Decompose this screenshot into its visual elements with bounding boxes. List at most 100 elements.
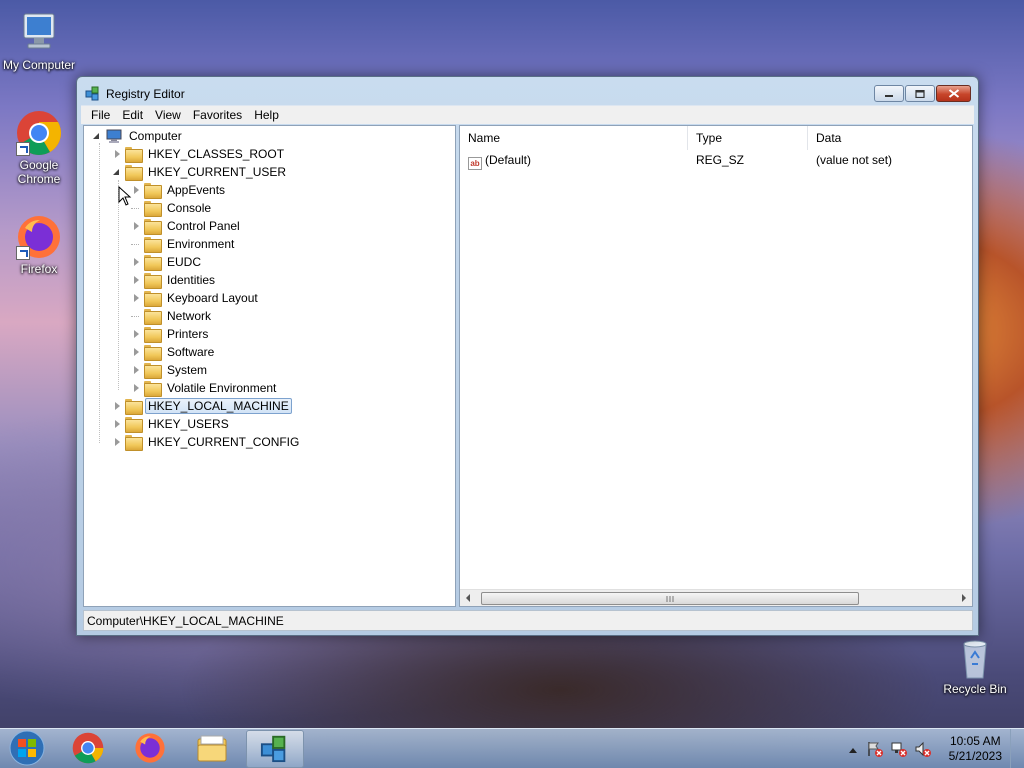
folder-icon xyxy=(125,147,143,163)
desktop-icon-recycle-bin[interactable]: Recycle Bin xyxy=(936,634,1014,696)
taskbar-chrome-button[interactable] xyxy=(60,730,116,768)
firefox-icon xyxy=(134,732,166,767)
menu-view[interactable]: View xyxy=(149,108,187,122)
tree-node-label: Computer xyxy=(129,129,182,143)
folder-icon xyxy=(125,435,143,451)
tree-node-hkey-local-machine[interactable]: HKEY_LOCAL_MACHINE xyxy=(112,397,292,415)
expand-toggle[interactable] xyxy=(131,293,141,303)
shortcut-arrow-icon xyxy=(16,246,30,260)
tree-node-system[interactable]: System xyxy=(131,361,210,379)
network-status-icon[interactable] xyxy=(890,740,908,761)
column-header-name[interactable]: Name xyxy=(460,126,688,150)
tree-node-console[interactable]: Console xyxy=(131,199,214,217)
taskbar-explorer-button[interactable] xyxy=(184,730,240,768)
action-center-flag-icon[interactable] xyxy=(866,740,884,761)
value-type-cell: REG_SZ xyxy=(696,153,745,167)
close-button[interactable] xyxy=(936,85,971,102)
expand-toggle[interactable] xyxy=(131,347,141,357)
chrome-icon xyxy=(16,110,62,156)
collapse-toggle[interactable] xyxy=(112,167,122,177)
menu-favorites[interactable]: Favorites xyxy=(187,108,248,122)
computer-icon xyxy=(105,129,123,143)
tree-node-hkey-current-config[interactable]: HKEY_CURRENT_CONFIG xyxy=(112,433,302,451)
tree-node-environment[interactable]: Environment xyxy=(131,235,237,253)
folder-icon xyxy=(125,399,143,415)
tree-node-volatile-environment[interactable]: Volatile Environment xyxy=(131,379,279,397)
tree-node-label: Network xyxy=(167,309,212,323)
desktop-icon-firefox[interactable]: Firefox xyxy=(0,214,78,276)
column-header-data[interactable]: Data xyxy=(808,126,972,150)
minimize-icon xyxy=(884,87,894,101)
scroll-left-button[interactable] xyxy=(460,590,477,606)
taskbar-clock[interactable]: 10:05 AM 5/21/2023 xyxy=(949,734,1002,764)
registry-editor-app-icon xyxy=(85,85,101,101)
tree-node-hkey-classes-root[interactable]: HKEY_CLASSES_ROOT xyxy=(112,145,287,163)
taskbar-firefox-button[interactable] xyxy=(122,730,178,768)
maximize-icon xyxy=(915,87,925,101)
tree-node-label: Identities xyxy=(167,273,216,287)
show-desktop-button[interactable] xyxy=(1010,729,1024,768)
tree-node-software[interactable]: Software xyxy=(131,343,217,361)
desktop-icon-google-chrome[interactable]: Google Chrome xyxy=(0,110,78,186)
value-data-cell: (value not set) xyxy=(816,153,893,167)
show-hidden-icons-icon[interactable] xyxy=(848,743,858,757)
tree-node-label: AppEvents xyxy=(167,183,226,197)
expand-toggle[interactable] xyxy=(112,437,122,447)
key-tree-pane[interactable]: Computer HKEY_CLASSES_ROOT HKEY_CURRENT_… xyxy=(83,125,456,607)
close-icon xyxy=(948,87,959,101)
menu-file[interactable]: File xyxy=(85,108,116,122)
expand-toggle[interactable] xyxy=(112,419,122,429)
expand-toggle[interactable] xyxy=(131,185,141,195)
status-path: Computer\HKEY_LOCAL_MACHINE xyxy=(87,614,284,628)
start-button[interactable] xyxy=(0,730,54,768)
desktop-icon-label: My Computer xyxy=(2,58,76,72)
windows-logo-icon xyxy=(9,730,45,768)
tree-node-label: Control Panel xyxy=(167,219,240,233)
tree-node-label: HKEY_USERS xyxy=(148,417,229,431)
menu-help[interactable]: Help xyxy=(248,108,285,122)
tree-node-label: Printers xyxy=(167,327,209,341)
tree-node-label: Environment xyxy=(167,237,235,251)
registry-editor-app-icon xyxy=(259,733,291,766)
mouse-cursor-icon xyxy=(118,185,132,209)
tree-node-computer[interactable]: Computer xyxy=(92,127,185,145)
volume-muted-icon[interactable] xyxy=(914,740,932,761)
column-header-type[interactable]: Type xyxy=(688,126,808,150)
folder-icon xyxy=(144,345,162,361)
expand-toggle[interactable] xyxy=(112,401,122,411)
menu-edit[interactable]: Edit xyxy=(116,108,149,122)
expand-toggle[interactable] xyxy=(112,149,122,159)
expand-toggle[interactable] xyxy=(131,329,141,339)
tree-node-hkey-current-user[interactable]: HKEY_CURRENT_USER xyxy=(112,163,289,181)
expand-toggle[interactable] xyxy=(131,275,141,285)
scrollbar-thumb[interactable] xyxy=(481,592,859,605)
table-row[interactable]: ab (Default) REG_SZ (value not set) xyxy=(460,152,972,170)
collapse-toggle[interactable] xyxy=(92,131,102,141)
horizontal-scrollbar[interactable] xyxy=(460,589,972,606)
clock-date: 5/21/2023 xyxy=(948,749,1002,763)
folder-icon xyxy=(125,417,143,433)
tree-node-label: HKEY_CLASSES_ROOT xyxy=(148,147,285,161)
folder-icon xyxy=(144,291,162,307)
desktop-icon-my-computer[interactable]: My Computer xyxy=(0,10,78,72)
tree-node-control-panel[interactable]: Control Panel xyxy=(131,217,243,235)
tree-node-printers[interactable]: Printers xyxy=(131,325,211,343)
values-list-pane[interactable]: Name Type Data ab (Default) REG_SZ (value… xyxy=(459,125,973,607)
tree-node-network[interactable]: Network xyxy=(131,307,214,325)
taskbar-registry-editor-button[interactable] xyxy=(246,730,304,768)
folder-icon xyxy=(125,165,143,181)
title-bar[interactable]: Registry Editor xyxy=(77,77,978,105)
expand-toggle[interactable] xyxy=(131,257,141,267)
tree-node-identities[interactable]: Identities xyxy=(131,271,218,289)
tree-node-hkey-users[interactable]: HKEY_USERS xyxy=(112,415,232,433)
minimize-button[interactable] xyxy=(874,85,904,102)
tree-node-eudc[interactable]: EUDC xyxy=(131,253,204,271)
expand-toggle[interactable] xyxy=(131,365,141,375)
string-value-icon: ab xyxy=(468,157,482,170)
expand-toggle[interactable] xyxy=(131,383,141,393)
tree-node-appevents[interactable]: AppEvents xyxy=(131,181,228,199)
maximize-button[interactable] xyxy=(905,85,935,102)
scroll-right-button[interactable] xyxy=(955,590,972,606)
expand-toggle[interactable] xyxy=(131,221,141,231)
tree-node-keyboard-layout[interactable]: Keyboard Layout xyxy=(131,289,261,307)
